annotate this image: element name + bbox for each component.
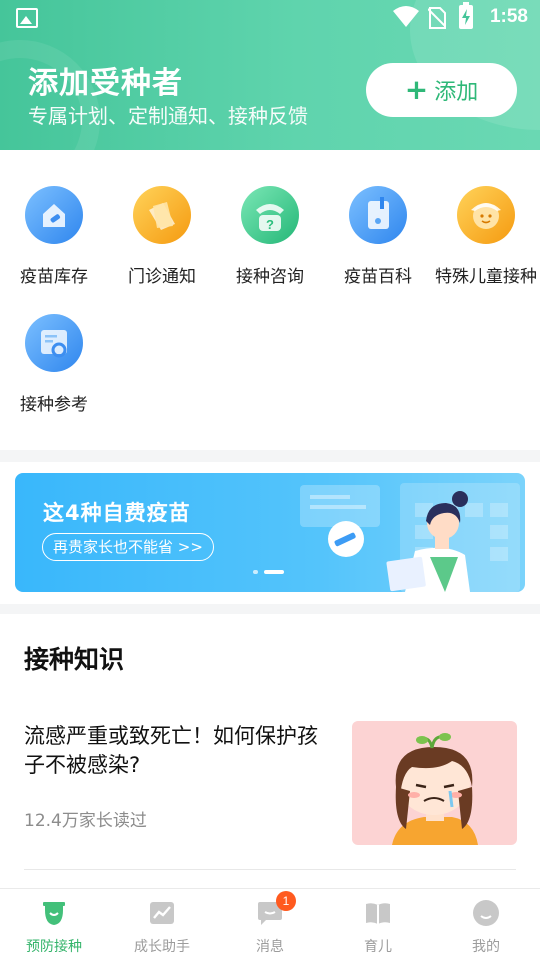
pagination-dot (253, 570, 258, 574)
pagination-dot-active (264, 570, 284, 574)
tab-parenting[interactable]: 育儿 (324, 889, 432, 960)
profile-icon (473, 900, 499, 926)
message-count-badge: 1 (276, 891, 296, 911)
banner-pagination (253, 570, 290, 574)
quick-action-special-child[interactable]: 特殊儿童接种 (432, 150, 540, 287)
tab-label: 预防接种 (26, 939, 82, 955)
no-sim-icon (428, 7, 446, 29)
article-title: 流感严重或致死亡！如何保护孩子不被感染? (24, 724, 318, 777)
parenting-book-icon (366, 903, 390, 924)
vaccination-icon (43, 902, 65, 925)
banner-section: 这4种自费疫苗 再贵家长也不能省 >> (0, 462, 540, 604)
quick-action-label: 门诊通知 (128, 267, 196, 287)
growth-chart-icon (150, 902, 174, 924)
quick-action-vaccine-stock[interactable]: 疫苗库存 (0, 150, 108, 287)
tab-label: 消息 (256, 939, 284, 955)
clinic-notice-icon (133, 186, 191, 244)
quick-actions-grid: 疫苗库存 门诊通知 ? 接种咨询 疫苗百科 特殊儿童接种 接种参考 (0, 150, 540, 450)
quick-action-consult[interactable]: ? 接种咨询 (216, 150, 324, 287)
tab-messages[interactable]: 1 消息 (216, 889, 324, 960)
gallery-notification-icon (16, 8, 38, 28)
header: 1:58 添加受种者 专属计划、定制通知、接种反馈 + 添加 (0, 0, 540, 150)
tab-growth[interactable]: 成长助手 (108, 889, 216, 960)
knowledge-section: 接种知识 流感严重或致死亡！如何保护孩子不被感染? 12.4万家长读过 (0, 614, 540, 888)
quick-action-label: 接种咨询 (236, 267, 304, 287)
status-bar: 1:58 (0, 0, 540, 36)
vaccine-encyclopedia-icon (349, 186, 407, 244)
page-title: 添加受种者 (28, 66, 183, 101)
divider (24, 869, 516, 870)
quick-action-clinic-notice[interactable]: 门诊通知 (108, 150, 216, 287)
tab-label: 我的 (472, 939, 500, 955)
bottom-tab-bar: 预防接种 成长助手 1 消息 育儿 我的 (0, 888, 540, 960)
article-item[interactable]: 流感严重或致死亡！如何保护孩子不被感染? 12.4万家长读过 (0, 714, 540, 870)
add-recipient-button[interactable]: + 添加 (366, 63, 517, 117)
wifi-icon (393, 6, 419, 27)
quick-action-encyclopedia[interactable]: 疫苗百科 (324, 150, 432, 287)
header-subtitle: 专属计划、定制通知、接种反馈 (28, 104, 308, 128)
consult-phone-icon: ? (241, 186, 299, 244)
tab-label: 成长助手 (134, 939, 190, 955)
plus-icon: + (404, 73, 429, 106)
banner-title: 这4种自费疫苗 (43, 501, 191, 525)
quick-action-reference[interactable]: 接种参考 (0, 278, 108, 415)
battery-icon (459, 2, 473, 29)
promo-banner[interactable]: 这4种自费疫苗 再贵家长也不能省 >> (15, 473, 525, 592)
article-read-count: 12.4万家长读过 (24, 811, 147, 831)
banner-cta-button[interactable]: 再贵家长也不能省 >> (42, 533, 214, 561)
vaccine-stock-icon (25, 186, 83, 244)
special-child-icon (457, 186, 515, 244)
quick-action-label: 接种参考 (20, 395, 88, 415)
article-thumbnail (352, 721, 517, 845)
tab-profile[interactable]: 我的 (432, 889, 540, 960)
tab-vaccination[interactable]: 预防接种 (0, 889, 108, 960)
svg-text:?: ? (266, 217, 274, 232)
reference-doc-icon (25, 314, 83, 372)
quick-action-label: 特殊儿童接种 (435, 267, 537, 287)
banner-illustration (300, 483, 520, 592)
quick-action-label: 疫苗百科 (344, 267, 412, 287)
section-title: 接种知识 (24, 645, 125, 674)
tab-label: 育儿 (364, 939, 392, 955)
add-button-label: 添加 (434, 80, 479, 105)
status-time: 1:58 (489, 6, 528, 27)
